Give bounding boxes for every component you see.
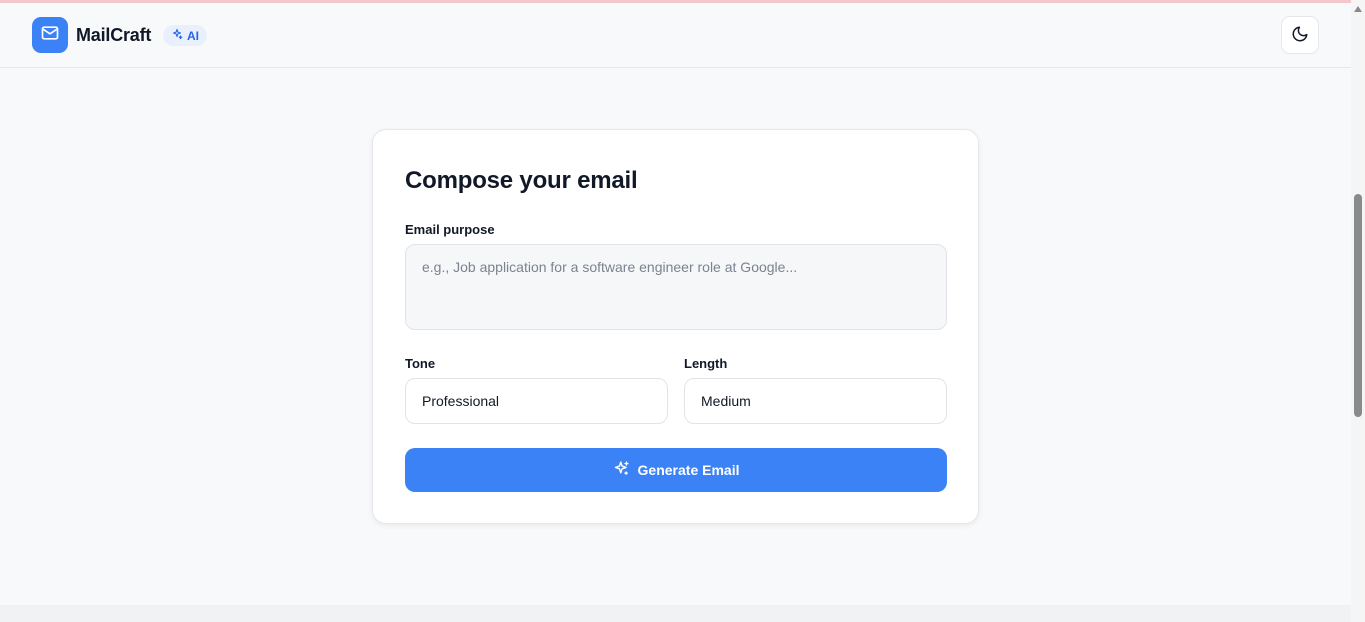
theme-toggle-button[interactable] (1281, 16, 1319, 54)
length-select[interactable]: Medium (684, 378, 947, 424)
page-title: Compose your email (405, 167, 638, 194)
scrollbar-thumb[interactable] (1354, 194, 1362, 417)
page-scrollbar[interactable] (1351, 0, 1365, 622)
app-root: MailCraft AI Compose your email Email pu… (0, 0, 1351, 622)
moon-icon (1291, 25, 1309, 46)
app-header: MailCraft AI (0, 3, 1351, 68)
ai-badge: AI (163, 25, 207, 46)
brand-name: MailCraft (76, 25, 152, 45)
footer-strip (0, 605, 1351, 622)
logo[interactable] (32, 17, 68, 53)
length-label: Length (684, 356, 728, 371)
ai-badge-label: AI (187, 28, 199, 43)
tone-select[interactable]: Professional (405, 378, 668, 424)
compose-card: Compose your email Email purpose Tone Pr… (372, 129, 979, 524)
sparkles-icon (613, 460, 630, 480)
email-purpose-label: Email purpose (405, 222, 495, 237)
scroll-up-arrow-icon[interactable] (1354, 6, 1362, 12)
email-purpose-input[interactable] (405, 244, 947, 330)
sparkles-icon (171, 28, 183, 43)
tone-select-value: Professional (422, 393, 500, 409)
mail-icon (40, 23, 60, 48)
generate-email-button[interactable]: Generate Email (405, 448, 947, 492)
tone-label: Tone (405, 356, 436, 371)
length-select-value: Medium (701, 393, 751, 409)
generate-email-label: Generate Email (637, 462, 740, 478)
